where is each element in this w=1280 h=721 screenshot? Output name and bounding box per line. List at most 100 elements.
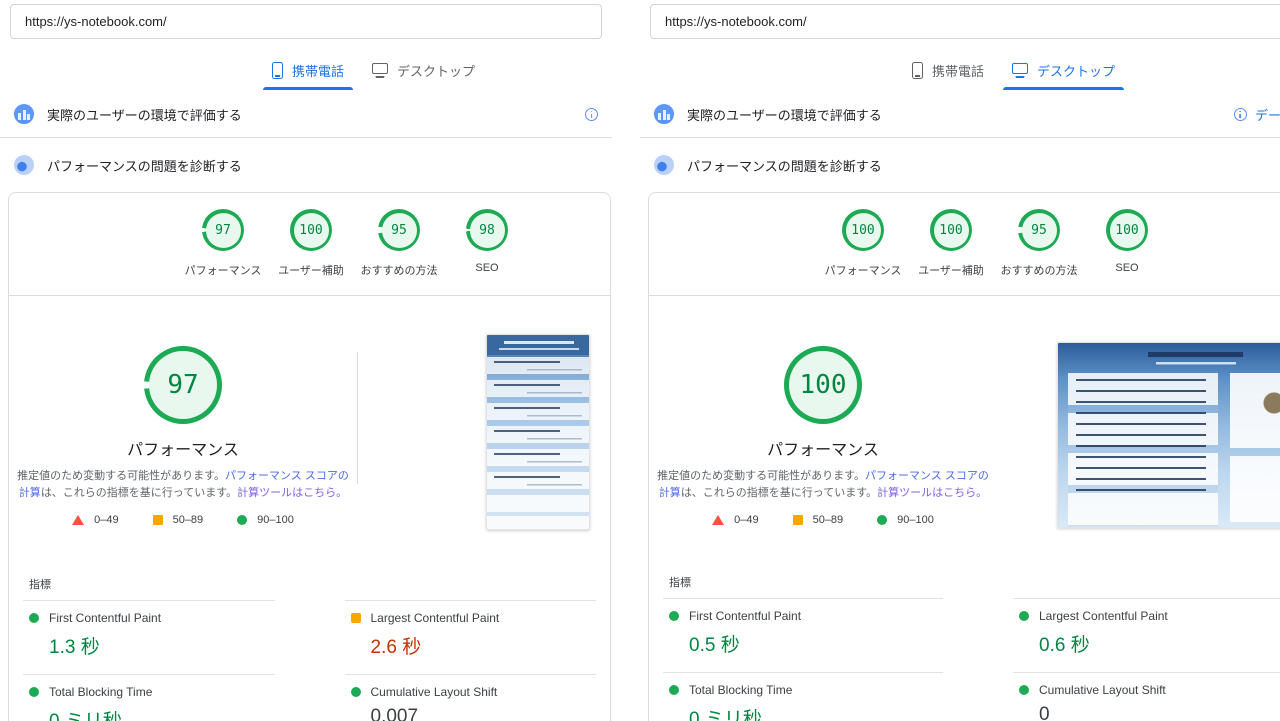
lighthouse-report-card: 100 パフォーマンス 100 ユーザー補助 95 おすすめの方法: [648, 192, 1280, 721]
green-circle-icon: [237, 515, 247, 525]
category-label: パフォーマンス: [825, 262, 902, 278]
score-gauge: 95: [378, 209, 420, 251]
metric-largest-contentful-paint: Largest Contentful Paint 2.6 秒: [345, 600, 597, 674]
desktop-result-panel: 携帯電話 デスクトップ 実際のユーザーの環境で評価する データ パフォーマンスの…: [640, 0, 1280, 721]
metric-value: 0: [1039, 704, 1280, 721]
category-label: ユーザー補助: [918, 262, 984, 278]
lighthouse-report-card: 97 パフォーマンス 100 ユーザー補助 95 おすすめの方法: [8, 192, 611, 721]
metrics-section: 指標 First Contentful Paint 1.3 秒 Largest …: [9, 556, 610, 721]
category-seo[interactable]: 100 SEO: [1091, 209, 1163, 278]
tab-mobile[interactable]: 携帯電話: [258, 55, 358, 90]
metric-total-blocking-time: Total Blocking Time 0 ミリ秒: [663, 672, 943, 721]
score-disclaimer: 推定値のため変動する可能性があります。パフォーマンス スコアの計算は、これらの指…: [655, 468, 991, 501]
score-gauge: 100: [1106, 209, 1148, 251]
performance-summary-section: 100 パフォーマンス 推定値のため変動する可能性があります。パフォーマンス ス…: [649, 296, 1280, 554]
category-seo[interactable]: 98 SEO: [451, 209, 523, 278]
legend-item-average: 50–89: [153, 514, 204, 526]
legend-item-good: 90–100: [877, 514, 934, 526]
category-label: パフォーマンス: [185, 262, 262, 278]
metric-cumulative-layout-shift: Cumulative Layout Shift 0: [1013, 672, 1280, 721]
smartphone-icon: [272, 62, 283, 79]
score-gauge: 98: [466, 209, 508, 251]
tab-desktop[interactable]: デスクトップ: [358, 55, 489, 90]
field-data-icon: [14, 104, 34, 124]
category-label: SEO: [475, 262, 498, 274]
calc-tool-link[interactable]: 計算ツールはこちら。: [877, 487, 987, 499]
category-scores-row: 100 パフォーマンス 100 ユーザー補助 95 おすすめの方法: [649, 193, 1280, 296]
info-icon[interactable]: [585, 108, 598, 121]
score-range-legend: 0–49 50–89 90–100: [649, 514, 997, 526]
desktop-screenshot-thumbnail: [1057, 342, 1280, 528]
diagnose-title: パフォーマンスの問題を診断する: [687, 156, 882, 175]
metric-rating-icon: [29, 613, 39, 623]
field-data-section-header: 実際のユーザーの環境で評価する: [0, 94, 612, 138]
legend-item-average: 50–89: [793, 514, 844, 526]
metric-value: 0.007: [371, 706, 597, 721]
category-best-practices[interactable]: 95 おすすめの方法: [363, 209, 435, 278]
metrics-section: 指標 First Contentful Paint 0.5 秒 Largest …: [649, 554, 1280, 721]
desktop-icon: [1012, 63, 1028, 74]
metric-first-contentful-paint: First Contentful Paint 1.3 秒: [23, 600, 275, 674]
metric-rating-icon: [29, 687, 39, 697]
diagnose-title: パフォーマンスの問題を診断する: [47, 156, 242, 175]
metric-rating-icon: [351, 687, 361, 697]
mobile-screenshot-thumbnail: [486, 334, 590, 530]
score-range-legend: 0–49 50–89 90–100: [9, 514, 357, 526]
category-performance[interactable]: 100 パフォーマンス: [827, 209, 899, 278]
smartphone-icon: [912, 62, 923, 79]
category-performance[interactable]: 97 パフォーマンス: [187, 209, 259, 278]
metric-first-contentful-paint: First Contentful Paint 0.5 秒: [663, 598, 943, 672]
data-source-link[interactable]: データ: [1255, 105, 1280, 124]
calc-tool-link[interactable]: 計算ツールはこちら。: [237, 487, 347, 499]
legend-item-poor: 0–49: [712, 514, 758, 526]
score-gauge: 97: [202, 209, 244, 251]
diagnose-section-header: パフォーマンスの問題を診断する: [0, 138, 612, 186]
tab-desktop-label: デスクトップ: [397, 61, 475, 80]
field-data-title: 実際のユーザーの環境で評価する: [47, 105, 242, 124]
metric-total-blocking-time: Total Blocking Time 0 ミリ秒: [23, 674, 275, 721]
category-label: おすすめの方法: [361, 262, 438, 278]
tab-mobile-label: 携帯電話: [292, 61, 344, 80]
legend-item-poor: 0–49: [72, 514, 118, 526]
metric-rating-icon: [1019, 611, 1029, 621]
metric-cumulative-layout-shift: Cumulative Layout Shift 0.007: [345, 674, 597, 721]
category-accessibility[interactable]: 100 ユーザー補助: [275, 209, 347, 278]
orange-square-icon: [153, 515, 163, 525]
green-circle-icon: [877, 515, 887, 525]
performance-gauge-label: パフォーマンス: [649, 436, 997, 460]
url-input[interactable]: [10, 4, 602, 39]
category-best-practices[interactable]: 95 おすすめの方法: [1003, 209, 1075, 278]
tab-desktop-label: デスクトップ: [1037, 61, 1115, 80]
performance-score-gauge: 97: [144, 346, 222, 424]
device-tabs: 携帯電話 デスクトップ: [898, 55, 1280, 90]
score-gauge: 100: [290, 209, 332, 251]
metric-value: 0 ミリ秒: [689, 704, 943, 721]
performance-score-gauge: 100: [784, 346, 862, 424]
metric-rating-icon: [669, 611, 679, 621]
info-icon[interactable]: [1234, 108, 1247, 121]
category-scores-row: 97 パフォーマンス 100 ユーザー補助 95 おすすめの方法: [9, 193, 610, 296]
diagnose-section-header: パフォーマンスの問題を診断する: [640, 138, 1280, 186]
device-tabs: 携帯電話 デスクトップ: [258, 55, 612, 90]
url-input[interactable]: [650, 4, 1280, 39]
mobile-result-panel: 携帯電話 デスクトップ 実際のユーザーの環境で評価する パフォーマンスの問題を診…: [0, 0, 612, 721]
metric-value: 2.6 秒: [371, 632, 597, 659]
score-disclaimer: 推定値のため変動する可能性があります。パフォーマンス スコアの計算は、これらの指…: [15, 468, 351, 501]
metric-value: 0.5 秒: [689, 630, 943, 657]
tab-mobile[interactable]: 携帯電話: [898, 55, 998, 90]
metric-rating-icon: [351, 613, 361, 623]
tab-desktop[interactable]: デスクトップ: [998, 55, 1129, 90]
metric-rating-icon: [1019, 685, 1029, 695]
red-triangle-icon: [72, 515, 84, 525]
category-accessibility[interactable]: 100 ユーザー補助: [915, 209, 987, 278]
category-label: ユーザー補助: [278, 262, 344, 278]
diagnose-icon: [654, 155, 674, 175]
score-gauge: 95: [1018, 209, 1060, 251]
score-gauge: 100: [842, 209, 884, 251]
metric-value: 1.3 秒: [49, 632, 275, 659]
performance-gauge-label: パフォーマンス: [9, 436, 357, 460]
diagnose-icon: [14, 155, 34, 175]
desktop-icon: [372, 63, 388, 74]
category-label: SEO: [1115, 262, 1138, 274]
active-tab-underline: [263, 87, 353, 90]
